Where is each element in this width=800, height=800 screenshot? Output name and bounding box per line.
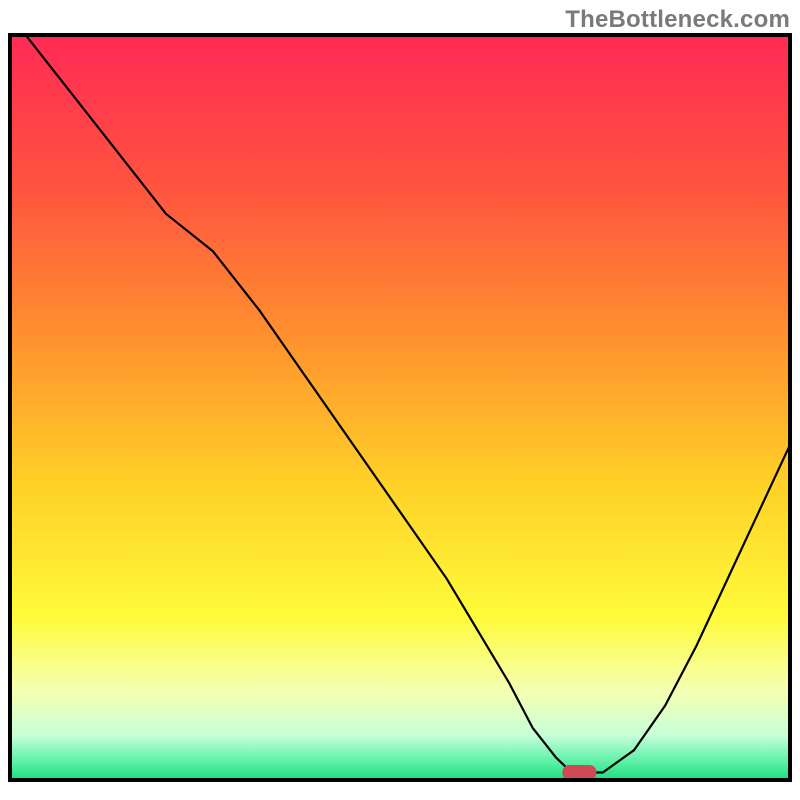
- plot-svg: [0, 0, 800, 800]
- optimal-point-marker: [562, 765, 596, 780]
- chart-canvas: TheBottleneck.com: [0, 0, 800, 800]
- gradient-background: [10, 35, 790, 780]
- watermark-label: TheBottleneck.com: [565, 6, 790, 34]
